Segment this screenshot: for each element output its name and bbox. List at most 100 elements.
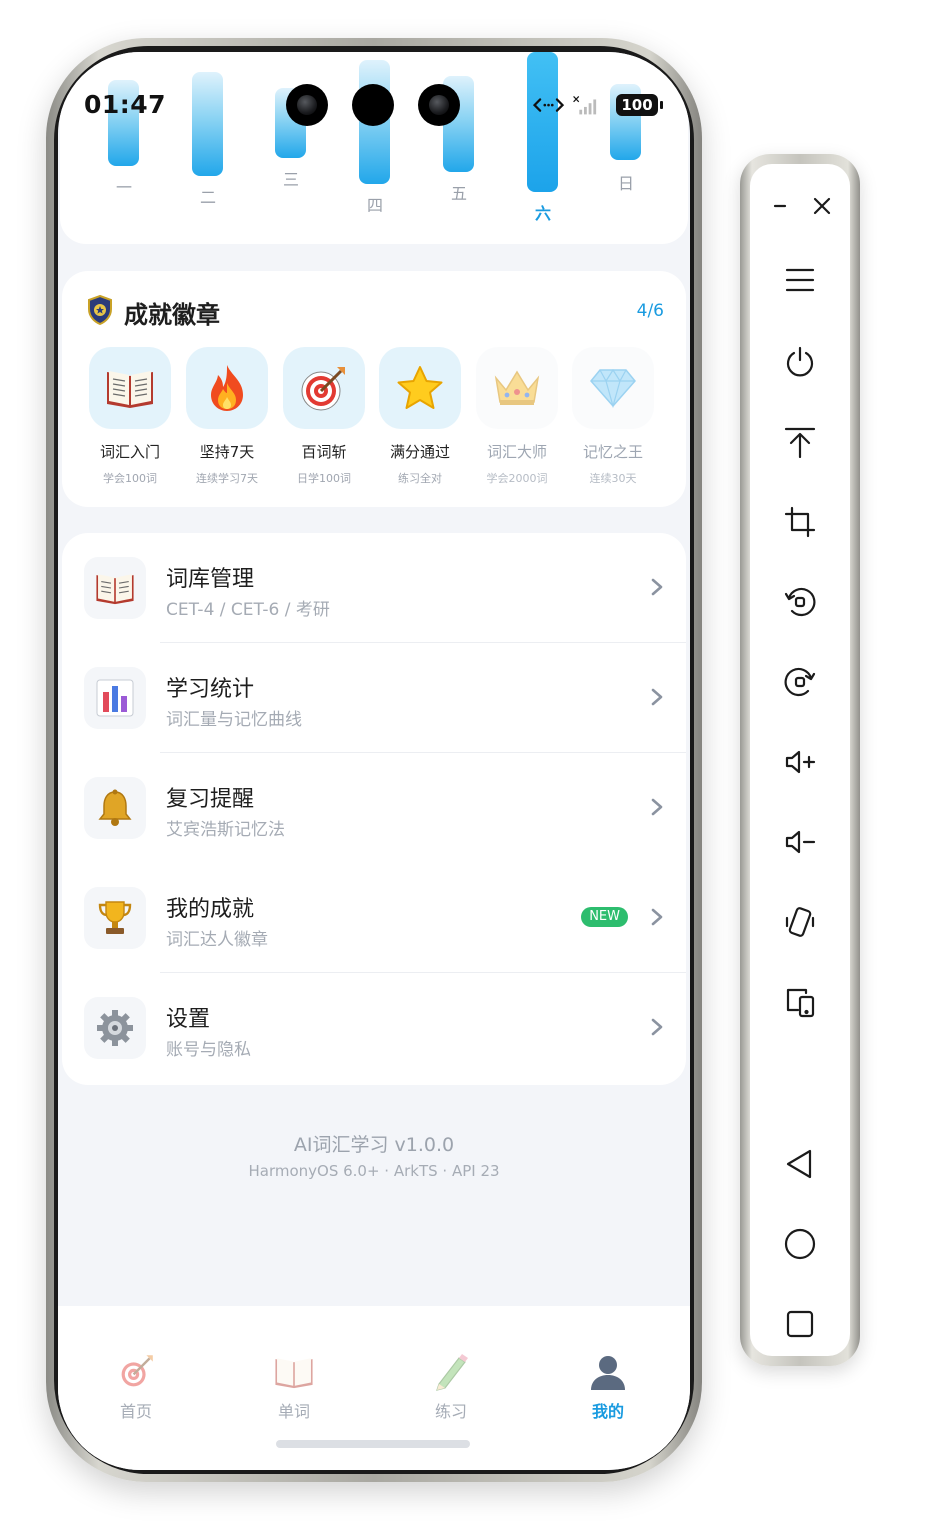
menu-icon [84, 557, 146, 619]
chart-day-label-active: 六 [534, 204, 551, 223]
menu-item-settings[interactable]: 设置 账号与隐私 [62, 973, 686, 1083]
recents-button[interactable] [784, 1308, 816, 1340]
chevron-right-icon [651, 688, 663, 706]
chart-day-label: 二 [199, 188, 216, 207]
platform-info: HarmonyOS 6.0+ · ArkTS · API 23 [248, 1162, 500, 1180]
back-button[interactable] [784, 1148, 816, 1180]
badge-desc: 连续30天 [589, 472, 637, 485]
achievements-count: 4/6 [636, 301, 664, 321]
camera-sensor [352, 84, 394, 126]
menu-subtitle: 词汇量与记忆曲线 [166, 710, 302, 730]
chart-icon [96, 679, 134, 717]
tab-label: 我的 [591, 1402, 624, 1421]
volume-up-icon [785, 750, 816, 774]
badge-name: 记忆之王 [582, 443, 643, 461]
crown-icon [494, 370, 540, 405]
trophy-icon [98, 901, 132, 934]
rotate-left-button[interactable] [784, 586, 816, 618]
badge-item[interactable]: 满分通过 练习全对 [372, 347, 468, 486]
volume-up-button[interactable] [784, 746, 816, 778]
badge-name: 百词斩 [301, 443, 347, 461]
gear-icon [97, 1010, 133, 1046]
emulator-toolbar [740, 154, 860, 1366]
chevron-right-icon [651, 908, 663, 926]
home-indicator[interactable] [276, 1440, 470, 1448]
home-icon [784, 1228, 816, 1260]
book-icon [107, 371, 153, 408]
chart-day-label: 一 [115, 178, 132, 197]
badge-item[interactable]: 百词斩 日学100词 [276, 347, 372, 486]
menu-subtitle: 账号与隐私 [166, 1040, 251, 1060]
tab-practice[interactable]: 练习 [411, 1350, 491, 1422]
menu-item-statistics[interactable]: 学习统计 词汇量与记忆曲线 [62, 643, 686, 753]
bell-icon [98, 789, 132, 826]
menu-item-word-bank[interactable]: 词库管理 CET-4 / CET-6 / 考研 [62, 533, 686, 643]
signal-icon: × [532, 93, 597, 115]
achievements-card: 成就徽章 4/6 词汇入门 学会100词 坚持7天 连续学习7天 百词斩 日学1… [62, 271, 686, 507]
menu-title: 复习提醒 [166, 787, 255, 812]
badge-item-locked[interactable]: 词汇大师 学会2000词 [469, 347, 565, 486]
user-icon [591, 1356, 625, 1390]
achievements-title: 成就徽章 [124, 301, 220, 329]
multi-device-icon [786, 988, 815, 1018]
close-button[interactable] [806, 190, 838, 222]
shake-button[interactable] [784, 906, 816, 938]
rotate-right-button[interactable] [784, 666, 816, 698]
tab-label: 练习 [434, 1402, 467, 1421]
book-icon [275, 1358, 313, 1389]
tab-words[interactable]: 单词 [254, 1350, 334, 1422]
badge-name: 满分通过 [389, 443, 450, 461]
fire-icon [211, 365, 243, 411]
battery-indicator: 100 [616, 94, 663, 116]
camera-icon [286, 84, 328, 126]
chart-day-label: 四 [366, 196, 383, 215]
phone-screen: 一 二 三 四 五 六 日 01:47 × 100 成就徽章 4/6 词汇入门 … [58, 52, 690, 1470]
tab-home[interactable]: 首页 [96, 1350, 176, 1422]
menu-subtitle: 词汇达人徽章 [166, 930, 268, 950]
tab-label: 单词 [277, 1402, 310, 1421]
minimize-icon [773, 204, 787, 208]
home-button[interactable] [784, 1228, 816, 1260]
badge-name: 词汇入门 [99, 443, 160, 461]
menu-item-review-reminder[interactable]: 复习提醒 艾宾浩斯记忆法 [62, 753, 686, 863]
close-icon [813, 197, 831, 215]
minimize-button[interactable] [764, 190, 796, 222]
menu-item-my-achievements[interactable]: 我的成就 词汇达人徽章 NEW [62, 863, 686, 973]
chart-day-label: 五 [450, 184, 467, 203]
weekly-chart-card: 一 二 三 四 五 六 日 [60, 52, 688, 244]
multi-device-button[interactable] [784, 986, 816, 1018]
chevron-right-icon [651, 798, 663, 816]
badge-desc: 日学100词 [297, 472, 351, 485]
menu-title: 学习统计 [166, 677, 255, 702]
menu-icon [84, 997, 146, 1059]
menu-icon [84, 667, 146, 729]
pencil-icon [436, 1354, 468, 1391]
status-time: 01:47 [84, 90, 167, 119]
menu-icon [785, 268, 815, 292]
badge-name: 坚持7天 [199, 443, 255, 461]
pin-top-button[interactable] [784, 426, 816, 458]
menu-title: 设置 [166, 1007, 211, 1032]
chart-bar-sat [527, 52, 558, 192]
badge-name: 词汇大师 [486, 443, 547, 461]
badge-item[interactable]: 词汇入门 学会100词 [82, 347, 178, 486]
chart-day-label: 三 [282, 170, 299, 189]
medal-icon [88, 295, 112, 325]
menu-icon [84, 887, 146, 949]
crop-button[interactable] [784, 506, 816, 538]
power-button[interactable] [784, 346, 816, 378]
diamond-icon [590, 368, 636, 409]
badge-desc: 连续学习7天 [196, 472, 258, 485]
menu-button[interactable] [784, 264, 816, 296]
camera-icon [418, 84, 460, 126]
svg-text:×: × [572, 93, 581, 105]
recents-icon [786, 1310, 814, 1338]
badge-item[interactable]: 坚持7天 连续学习7天 [179, 347, 275, 486]
volume-down-button[interactable] [784, 826, 816, 858]
tab-profile[interactable]: 我的 [568, 1350, 648, 1422]
chevron-right-icon [651, 578, 663, 596]
chevron-right-icon [651, 1018, 663, 1036]
power-icon [786, 346, 814, 377]
badge-item-locked[interactable]: 记忆之王 连续30天 [565, 347, 661, 486]
star-icon [397, 366, 443, 409]
